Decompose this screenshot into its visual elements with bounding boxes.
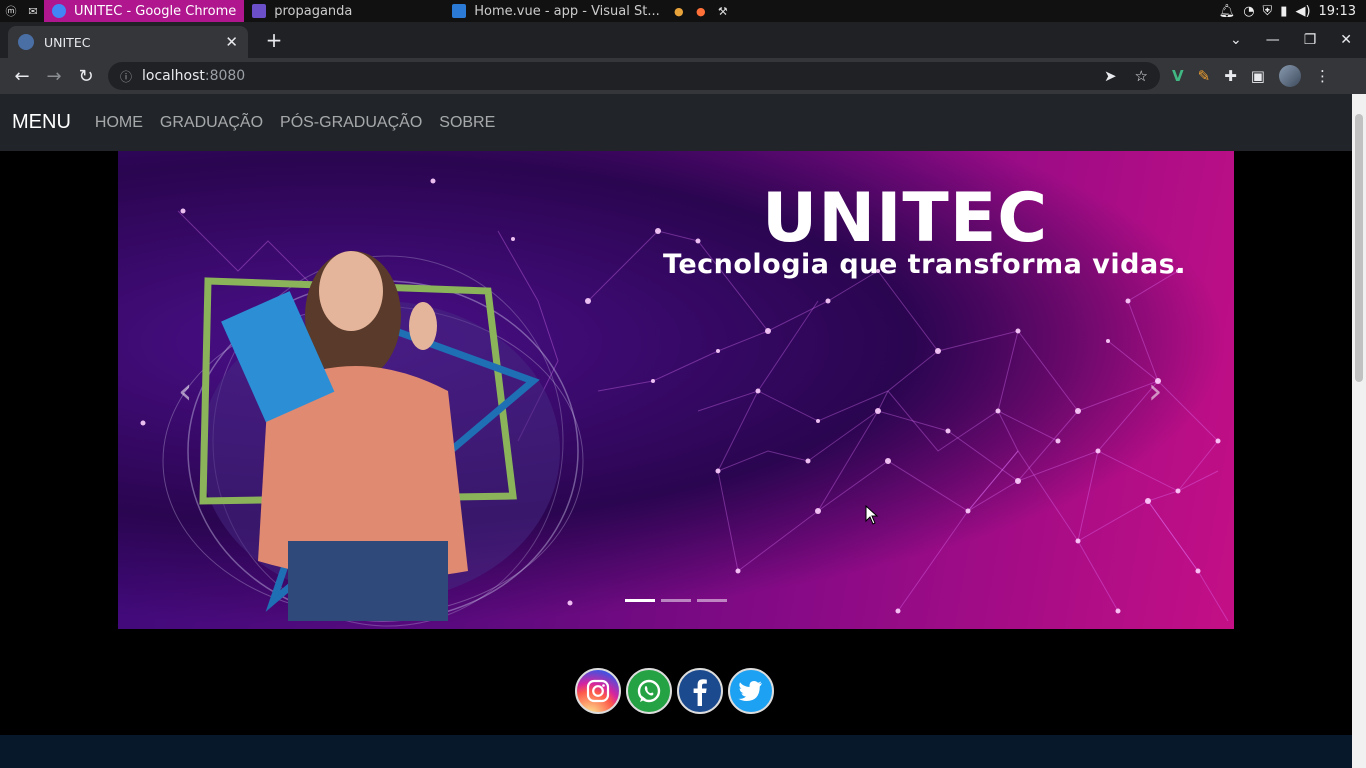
chrome-menu-icon[interactable]: ⋮: [1315, 67, 1330, 85]
nav-link-pos-graduacao[interactable]: PÓS-GRADUAÇÃO: [280, 114, 422, 132]
chevron-left-icon: ‹: [178, 371, 193, 412]
linux-mint-menu-icon[interactable]: ⓜ: [3, 3, 19, 19]
social-links: [575, 668, 774, 714]
vue-devtools-icon[interactable]: V: [1172, 67, 1184, 85]
address-bar[interactable]: ⓘ localhost:8080 ➤ ☆: [108, 62, 1160, 90]
browser-tab-strip: UNITEC ✕ + ⌄ — ❐ ✕: [0, 22, 1366, 58]
tab-title: UNITEC: [44, 34, 91, 50]
task-label: propaganda: [274, 3, 353, 19]
task-label: Home.vue - app - Visual St...: [474, 3, 660, 19]
chevron-right-icon: ›: [1148, 371, 1163, 412]
new-tab-button[interactable]: +: [260, 26, 288, 54]
carousel-indicator-1[interactable]: [625, 599, 655, 602]
student-photo: [162, 251, 584, 627]
site-info-icon[interactable]: ⓘ: [120, 68, 132, 85]
vscode-icon: [452, 4, 467, 18]
close-tab-icon[interactable]: ✕: [225, 33, 238, 51]
maximize-icon[interactable]: ❐: [1304, 32, 1317, 48]
bookmark-star-icon[interactable]: ☆: [1135, 67, 1148, 85]
color-picker-icon[interactable]: ✎: [1198, 67, 1211, 85]
favicon-icon: [18, 34, 34, 50]
minimize-icon[interactable]: —: [1266, 32, 1280, 48]
volume-icon[interactable]: ◀): [1295, 4, 1310, 19]
carousel-indicator-2[interactable]: [661, 599, 691, 602]
hero-subtitle: Tecnologia que transforma vidas.: [663, 249, 1187, 280]
app-icon: [252, 4, 267, 18]
close-window-icon[interactable]: ✕: [1340, 32, 1352, 48]
forward-button[interactable]: →: [38, 60, 70, 92]
battery-icon[interactable]: ▮: [1280, 4, 1287, 19]
system-tray: 🔔︎ ◔ ⛨ ▮ ◀) 19:13: [1219, 4, 1366, 19]
clock[interactable]: 19:13: [1319, 4, 1356, 19]
mail-icon[interactable]: ✉: [25, 3, 41, 19]
notification-bell-icon[interactable]: 🔔︎: [1219, 4, 1236, 19]
wifi-icon[interactable]: ◔: [1243, 4, 1254, 19]
twitter-icon: [738, 681, 762, 701]
hero-title: UNITEC: [762, 179, 1049, 258]
page-viewport: MENU HOME GRADUAÇÃO PÓS-GRADUAÇÃO SOBRE: [0, 94, 1352, 768]
instagram-button[interactable]: [575, 668, 621, 714]
carousel-indicator-3[interactable]: [697, 599, 727, 602]
facebook-icon: [693, 679, 707, 706]
task-vscode[interactable]: Home.vue - app - Visual St...: [444, 0, 668, 22]
whatsapp-button[interactable]: [626, 668, 672, 714]
hero-carousel: UNITEC Tecnologia que transforma vidas. …: [118, 151, 1234, 629]
os-taskbar: ⓜ ✉ UNITEC - Google Chrome propaganda Ho…: [0, 0, 1366, 22]
browser-toolbar: ← → ↻ ⓘ localhost:8080 ➤ ☆ V ✎ ✚ ▣ ⋮: [0, 58, 1366, 94]
task-chrome[interactable]: UNITEC - Google Chrome: [44, 0, 245, 22]
extensions-area: V ✎ ✚ ▣ ⋮: [1172, 65, 1330, 87]
instagram-icon: [586, 679, 610, 703]
mouse-cursor-icon: [865, 505, 879, 525]
carousel-prev-button[interactable]: ‹: [178, 371, 192, 412]
shield-icon[interactable]: ⛨: [1263, 4, 1273, 19]
task-label: UNITEC - Google Chrome: [74, 3, 237, 19]
url-port: :8080: [204, 68, 246, 84]
scrollbar-thumb[interactable]: [1355, 114, 1363, 382]
nav-link-home[interactable]: HOME: [95, 114, 143, 132]
send-icon[interactable]: ➤: [1104, 67, 1117, 85]
profile-avatar[interactable]: [1278, 65, 1301, 87]
window-controls: ⌄ — ❐ ✕: [1230, 32, 1366, 58]
site-navbar: MENU HOME GRADUAÇÃO PÓS-GRADUAÇÃO SOBRE: [0, 94, 1352, 151]
chrome-icon: [52, 4, 66, 18]
task-propaganda[interactable]: propaganda: [244, 0, 444, 22]
page-scrollbar[interactable]: [1352, 94, 1366, 768]
whatsapp-icon: [637, 679, 661, 703]
facebook-button[interactable]: [677, 668, 723, 714]
tab-search-icon[interactable]: ⌄: [1230, 32, 1242, 48]
extensions-puzzle-icon[interactable]: ✚: [1224, 67, 1237, 85]
site-footer: [0, 735, 1352, 768]
firefox-launcher-icon[interactable]: ●: [693, 3, 709, 19]
nav-link-graduacao[interactable]: GRADUAÇÃO: [160, 114, 263, 132]
browser-tab[interactable]: UNITEC ✕: [8, 26, 248, 58]
chrome-launcher-icon[interactable]: ●: [671, 3, 687, 19]
back-button[interactable]: ←: [6, 60, 38, 92]
nav-link-sobre[interactable]: SOBRE: [439, 114, 495, 132]
twitter-button[interactable]: [728, 668, 774, 714]
tool-launcher-icon[interactable]: ⚒: [715, 3, 731, 19]
reader-mode-icon[interactable]: ▣: [1251, 67, 1265, 85]
carousel-indicators: [625, 599, 727, 602]
navbar-brand[interactable]: MENU: [12, 111, 71, 134]
carousel-next-button[interactable]: ›: [1148, 371, 1162, 412]
reload-button[interactable]: ↻: [70, 60, 102, 92]
url-host: localhost: [142, 68, 205, 84]
